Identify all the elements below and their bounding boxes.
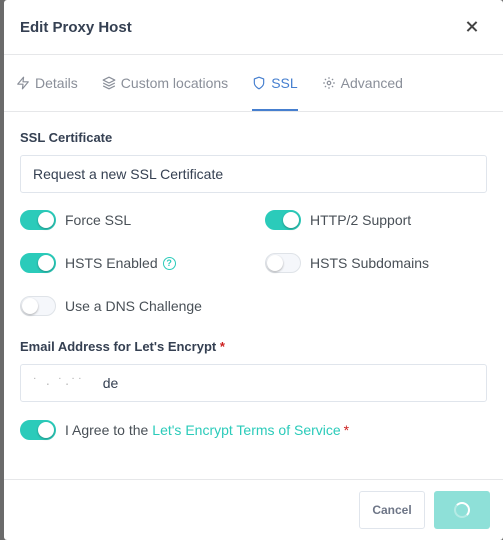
agree-tos-toggle[interactable]	[20, 420, 56, 440]
ssl-certificate-value: Request a new SSL Certificate	[33, 166, 224, 182]
tab-ssl-label: SSL	[271, 75, 298, 91]
hsts-subdomains-label: HSTS Subdomains	[310, 255, 430, 271]
toggle-knob	[22, 298, 38, 314]
tab-details-label: Details	[35, 75, 78, 91]
ssl-certificate-select[interactable]: Request a new SSL Certificate	[20, 155, 487, 193]
tab-bar: Details Custom locations SSL Advanced	[4, 55, 503, 112]
required-mark: *	[219, 339, 225, 354]
dns-challenge-toggle[interactable]	[20, 296, 56, 316]
help-icon[interactable]: ?	[162, 256, 176, 270]
cancel-button[interactable]: Cancel	[359, 491, 425, 529]
toggle-knob	[38, 422, 54, 438]
hsts-label: HSTS Enabled	[65, 255, 158, 271]
toggle-knob	[267, 255, 283, 271]
dialog-header: Edit Proxy Host	[4, 0, 503, 55]
tab-details[interactable]: Details	[16, 55, 78, 111]
http2-option: HTTP/2 Support	[265, 209, 495, 231]
shield-icon	[253, 76, 265, 90]
http2-label: HTTP/2 Support	[310, 212, 412, 228]
tab-custom-locations[interactable]: Custom locations	[102, 55, 228, 111]
tab-ssl[interactable]: SSL	[252, 55, 298, 111]
terms-of-service-link[interactable]: Let's Encrypt Terms of Service	[152, 422, 340, 438]
hsts-option: HSTS Enabled ?	[20, 252, 265, 274]
dns-challenge-option: Use a DNS Challenge	[20, 295, 265, 317]
obscured-email-text: ˙ · ˙·˙˙	[33, 375, 85, 391]
force-ssl-option: Force SSL	[20, 209, 265, 231]
http2-toggle[interactable]	[265, 210, 301, 230]
tab-advanced[interactable]: Advanced	[322, 55, 403, 111]
layers-icon	[102, 76, 116, 90]
force-ssl-toggle[interactable]	[20, 210, 56, 230]
force-ssl-label: Force SSL	[65, 212, 132, 228]
hsts-subdomains-option: HSTS Subdomains	[265, 252, 495, 274]
edit-proxy-host-dialog: Edit Proxy Host Details Custom locations…	[4, 0, 503, 540]
save-button[interactable]	[434, 491, 490, 529]
hsts-toggle[interactable]	[20, 253, 56, 273]
dns-challenge-label: Use a DNS Challenge	[65, 298, 202, 314]
dialog-title: Edit Proxy Host	[20, 18, 132, 36]
email-input[interactable]: ˙ · ˙·˙˙ de	[20, 364, 487, 402]
ssl-tab-content: SSL Certificate Request a new SSL Certif…	[4, 112, 503, 441]
required-mark: *	[343, 422, 350, 438]
toggle-knob	[283, 212, 299, 228]
tab-advanced-label: Advanced	[340, 75, 403, 91]
toggle-knob	[38, 212, 54, 228]
hsts-subdomains-toggle[interactable]	[265, 253, 301, 273]
gear-icon	[322, 77, 335, 89]
toggle-knob	[38, 255, 54, 271]
ssl-options-grid: Force SSL HTTP/2 Support HSTS Enabled ? …	[20, 209, 487, 317]
email-label-text: Email Address for Let's Encrypt	[20, 339, 217, 354]
email-label: Email Address for Let's Encrypt *	[20, 339, 487, 354]
loading-spinner-icon	[454, 502, 470, 518]
ssl-certificate-label: SSL Certificate	[20, 130, 113, 145]
agree-tos-option: I Agree to the Let's Encrypt Terms of Se…	[20, 419, 487, 441]
agree-prefix: I Agree to the	[65, 422, 149, 438]
close-icon[interactable]	[463, 18, 481, 36]
dialog-footer: Cancel	[4, 479, 503, 540]
email-value: de	[102, 375, 119, 391]
lightning-icon	[17, 76, 29, 90]
tab-custom-locations-label: Custom locations	[120, 75, 229, 91]
